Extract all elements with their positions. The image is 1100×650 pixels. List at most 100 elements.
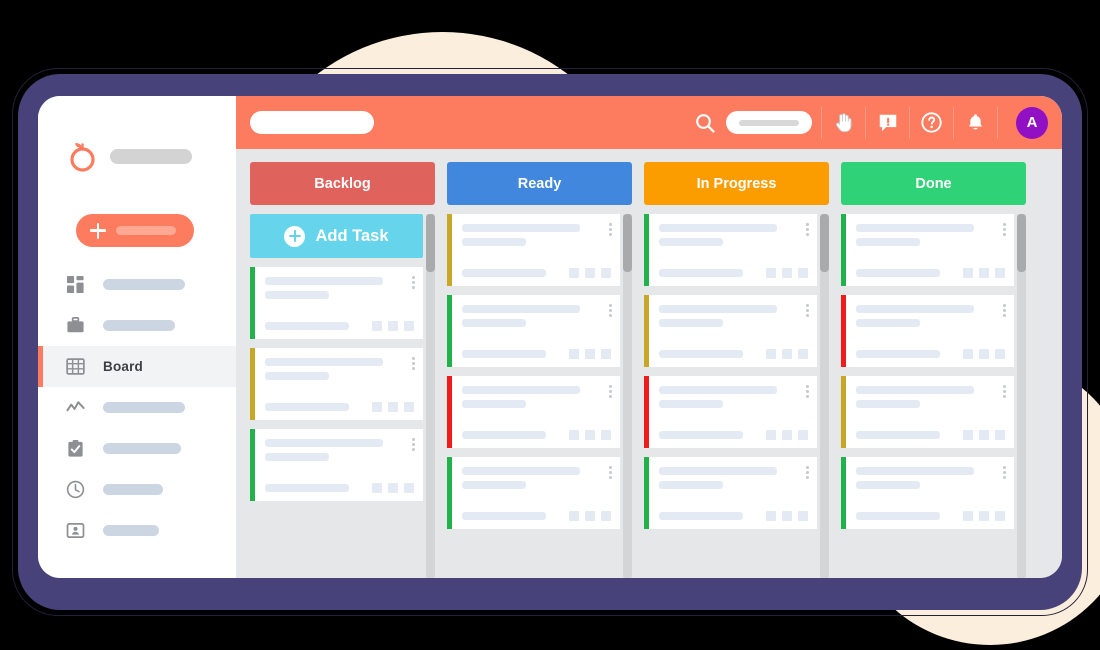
- column-card-list: [447, 214, 632, 578]
- add-task-label: Add Task: [315, 226, 389, 245]
- task-badges: [766, 511, 808, 521]
- avatar[interactable]: A: [1016, 106, 1048, 139]
- board-column-ready: Ready: [447, 162, 632, 578]
- card-more-options-icon[interactable]: [806, 385, 809, 398]
- sidebar-item-placeholder-1[interactable]: [38, 264, 236, 305]
- plus-icon: [90, 222, 106, 239]
- sidebar-item-placeholder-7[interactable]: [38, 510, 236, 551]
- sidebar-item-label-placeholder: [103, 484, 163, 495]
- task-card[interactable]: [644, 457, 817, 529]
- sidebar-item-board[interactable]: Board: [38, 346, 236, 387]
- task-card[interactable]: [250, 429, 423, 501]
- task-card-body: [649, 457, 817, 529]
- task-meta-placeholder: [462, 431, 546, 439]
- search-icon[interactable]: [694, 112, 716, 134]
- column-scrollbar-thumb[interactable]: [1017, 214, 1026, 272]
- hand-pointer-icon[interactable]: [831, 110, 856, 135]
- task-subtitle-placeholder: [265, 453, 329, 461]
- board-column-in-progress: In Progress: [644, 162, 829, 578]
- task-card[interactable]: [644, 295, 817, 367]
- task-card[interactable]: [644, 214, 817, 286]
- card-more-options-icon[interactable]: [609, 304, 612, 317]
- topbar: A: [236, 96, 1062, 149]
- task-badges: [963, 511, 1005, 521]
- task-subtitle-placeholder: [659, 400, 723, 408]
- analytics-line-chart-icon: [66, 398, 85, 417]
- column-header[interactable]: Backlog: [250, 162, 435, 205]
- task-meta-placeholder: [462, 350, 546, 358]
- column-scrollbar[interactable]: [426, 214, 435, 578]
- task-title-placeholder: [462, 224, 581, 232]
- search-input[interactable]: [726, 111, 812, 134]
- task-badges: [963, 430, 1005, 440]
- brand[interactable]: [66, 140, 192, 173]
- sidebar-item-placeholder-4[interactable]: [38, 387, 236, 428]
- task-title-placeholder: [462, 386, 581, 394]
- card-more-options-icon[interactable]: [1003, 304, 1006, 317]
- card-more-options-icon[interactable]: [412, 276, 415, 289]
- task-meta-placeholder: [659, 512, 743, 520]
- sidebar-item-placeholder-2[interactable]: [38, 305, 236, 346]
- column-card-list: [644, 214, 829, 578]
- task-card[interactable]: [250, 267, 423, 339]
- task-card[interactable]: [841, 376, 1014, 448]
- task-subtitle-placeholder: [265, 291, 329, 299]
- card-more-options-icon[interactable]: [806, 466, 809, 479]
- task-badges: [569, 511, 611, 521]
- briefcase-icon: [66, 316, 85, 335]
- task-card-body: [846, 457, 1014, 529]
- task-title-placeholder: [659, 224, 778, 232]
- task-subtitle-placeholder: [856, 481, 920, 489]
- card-more-options-icon[interactable]: [1003, 385, 1006, 398]
- notification-bell-icon[interactable]: [963, 110, 988, 135]
- card-more-options-icon[interactable]: [806, 223, 809, 236]
- column-scrollbar[interactable]: [1017, 214, 1026, 578]
- card-more-options-icon[interactable]: [412, 438, 415, 451]
- search-input-placeholder: [739, 119, 799, 126]
- task-card[interactable]: [447, 376, 620, 448]
- column-header[interactable]: In Progress: [644, 162, 829, 205]
- column-header[interactable]: Done: [841, 162, 1026, 205]
- add-new-button[interactable]: [76, 214, 194, 247]
- card-more-options-icon[interactable]: [609, 466, 612, 479]
- sidebar-item-placeholder-6[interactable]: [38, 469, 236, 510]
- column-scrollbar-thumb[interactable]: [820, 214, 829, 272]
- sidebar-item-label-placeholder: [103, 402, 185, 413]
- sidebar-item-placeholder-5[interactable]: [38, 428, 236, 469]
- task-subtitle-placeholder: [856, 238, 920, 246]
- add-task-button[interactable]: Add Task: [250, 214, 423, 258]
- card-more-options-icon[interactable]: [412, 357, 415, 370]
- task-badges: [569, 349, 611, 359]
- column-scrollbar[interactable]: [623, 214, 632, 578]
- task-card[interactable]: [841, 295, 1014, 367]
- column-scrollbar[interactable]: [820, 214, 829, 578]
- id-badge-icon: [66, 521, 85, 540]
- task-title-placeholder: [462, 305, 581, 313]
- task-subtitle-placeholder: [659, 319, 723, 327]
- task-badges: [372, 483, 414, 493]
- task-title-placeholder: [659, 467, 778, 475]
- task-card[interactable]: [841, 214, 1014, 286]
- task-card[interactable]: [447, 214, 620, 286]
- card-more-options-icon[interactable]: [609, 223, 612, 236]
- task-card[interactable]: [250, 348, 423, 420]
- column-header[interactable]: Ready: [447, 162, 632, 205]
- card-more-options-icon[interactable]: [1003, 223, 1006, 236]
- feedback-alert-icon[interactable]: [875, 110, 900, 135]
- column-scrollbar-thumb[interactable]: [426, 214, 435, 272]
- task-card[interactable]: [841, 457, 1014, 529]
- task-badges: [766, 268, 808, 278]
- task-card-body: [649, 214, 817, 286]
- task-card-body: [452, 295, 620, 367]
- card-more-options-icon[interactable]: [1003, 466, 1006, 479]
- task-title-placeholder: [659, 305, 778, 313]
- task-card[interactable]: [644, 376, 817, 448]
- task-meta-placeholder: [659, 350, 743, 358]
- card-more-options-icon[interactable]: [806, 304, 809, 317]
- help-question-icon[interactable]: [919, 110, 944, 135]
- column-scrollbar-thumb[interactable]: [623, 214, 632, 272]
- task-card[interactable]: [447, 457, 620, 529]
- task-card[interactable]: [447, 295, 620, 367]
- task-card-body: [452, 457, 620, 529]
- card-more-options-icon[interactable]: [609, 385, 612, 398]
